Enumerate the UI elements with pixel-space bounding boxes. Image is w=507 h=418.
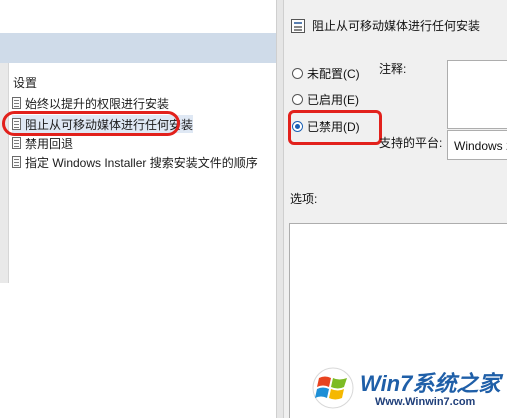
supported-platform-value: Windows 2 <box>454 139 507 153</box>
left-pane-header-band <box>0 33 276 63</box>
radio-label: 已启用(E) <box>307 93 359 107</box>
policy-item-search-order[interactable]: 指定 Windows Installer 搜索安装文件的顺序 <box>12 153 258 171</box>
dialog-title: 阻止从可移动媒体进行任何安装 <box>312 19 481 33</box>
windows-logo-icon <box>312 367 354 409</box>
policy-item-disable-rollback[interactable]: 禁用回退 <box>12 134 73 152</box>
radio-enabled[interactable]: 已启用(E) <box>292 91 359 108</box>
watermark-url: Www.Winwin7.com <box>375 396 476 408</box>
policy-setting-icon <box>291 19 305 33</box>
pane-splitter[interactable] <box>276 0 284 418</box>
policy-item-always-elevated[interactable]: 始终以提升的权限进行安装 <box>12 94 169 112</box>
policy-setting-icon <box>12 156 21 168</box>
left-pane-top <box>0 0 276 33</box>
radio-not-configured[interactable]: 未配置(C) <box>292 65 360 82</box>
policy-settings-dialog: 阻止从可移动媒体进行任何安装 未配置(C) 已启用(E) 已禁用(D) 注释: … <box>284 0 507 418</box>
supported-platform-field: Windows 2 <box>447 130 507 160</box>
comment-label: 注释: <box>379 62 407 76</box>
comment-textarea[interactable] <box>447 60 507 129</box>
radio-button[interactable] <box>292 94 303 105</box>
settings-column-header[interactable]: 设置 <box>13 74 37 91</box>
radio-label: 未配置(C) <box>307 67 360 81</box>
policy-setting-icon <box>12 97 21 109</box>
red-highlight-annotation <box>2 111 180 136</box>
site-watermark: Win7系统之家 Www.Winwin7.com <box>305 362 507 418</box>
policy-item-label: 指定 Windows Installer 搜索安装文件的顺序 <box>25 155 258 170</box>
watermark-title: Win7系统之家 <box>360 371 501 396</box>
policy-item-label: 始终以提升的权限进行安装 <box>25 96 170 111</box>
vertical-scrollbar[interactable] <box>0 63 9 283</box>
supported-platform-label: 支持的平台: <box>379 136 443 150</box>
policy-item-label: 禁用回退 <box>25 136 74 151</box>
radio-button[interactable] <box>292 68 303 79</box>
red-highlight-annotation <box>288 110 382 145</box>
options-label: 选项: <box>290 192 318 206</box>
policy-setting-icon <box>12 137 21 149</box>
